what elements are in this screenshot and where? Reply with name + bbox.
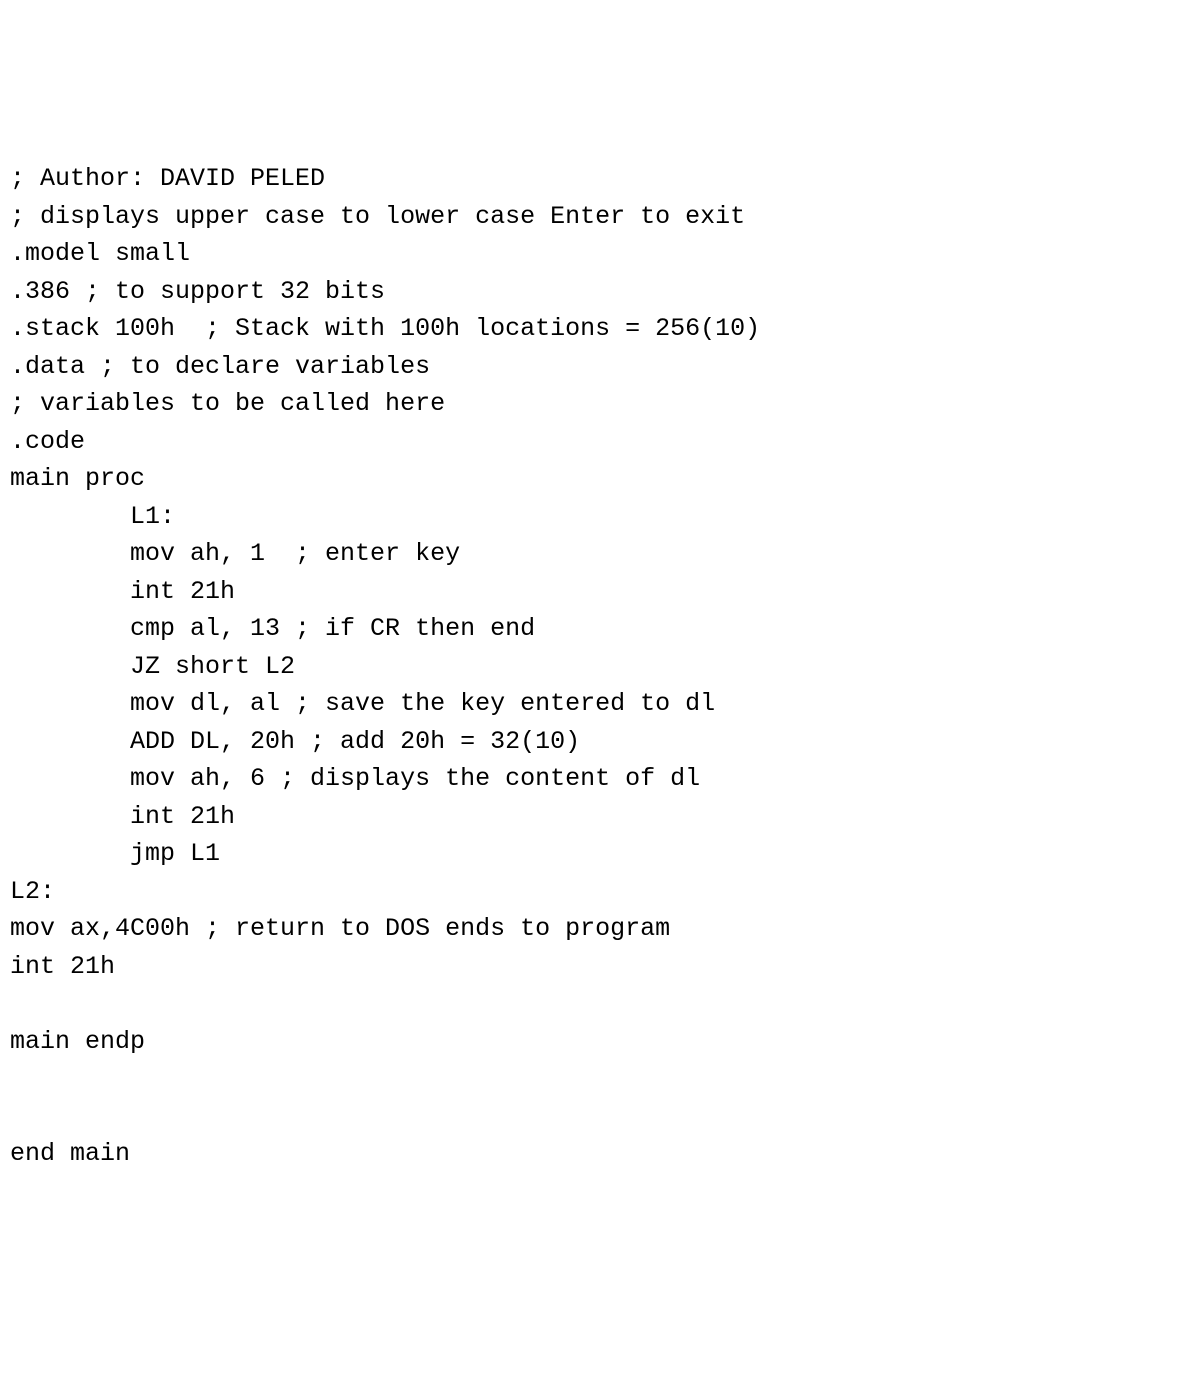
code-line: main proc: [10, 464, 145, 493]
assembly-code-listing: ; Author: DAVID PELED ; displays upper c…: [10, 160, 1190, 1173]
code-line: mov ah, 1 ; enter key: [10, 539, 460, 568]
code-line: mov dl, al ; save the key entered to dl: [10, 689, 715, 718]
code-line: L1:: [10, 502, 175, 531]
code-line: .model small: [10, 239, 190, 268]
code-line: cmp al, 13 ; if CR then end: [10, 614, 535, 643]
code-line: .code: [10, 427, 85, 456]
code-line: int 21h: [10, 577, 235, 606]
code-line: ; variables to be called here: [10, 389, 445, 418]
code-line: L2:: [10, 877, 55, 906]
code-line: .stack 100h ; Stack with 100h locations …: [10, 314, 760, 343]
code-line: ; Author: DAVID PELED: [10, 164, 325, 193]
code-line: mov ax,4C00h ; return to DOS ends to pro…: [10, 914, 670, 943]
code-line: ADD DL, 20h ; add 20h = 32(10): [10, 727, 580, 756]
code-line: main endp: [10, 1027, 145, 1056]
code-line: ; displays upper case to lower case Ente…: [10, 202, 745, 231]
code-line: int 21h: [10, 952, 115, 981]
code-line: end main: [10, 1139, 130, 1168]
code-line: .data ; to declare variables: [10, 352, 430, 381]
code-line: jmp L1: [10, 839, 220, 868]
code-line: int 21h: [10, 802, 235, 831]
code-line: mov ah, 6 ; displays the content of dl: [10, 764, 700, 793]
code-line: .386 ; to support 32 bits: [10, 277, 385, 306]
code-line: JZ short L2: [10, 652, 295, 681]
